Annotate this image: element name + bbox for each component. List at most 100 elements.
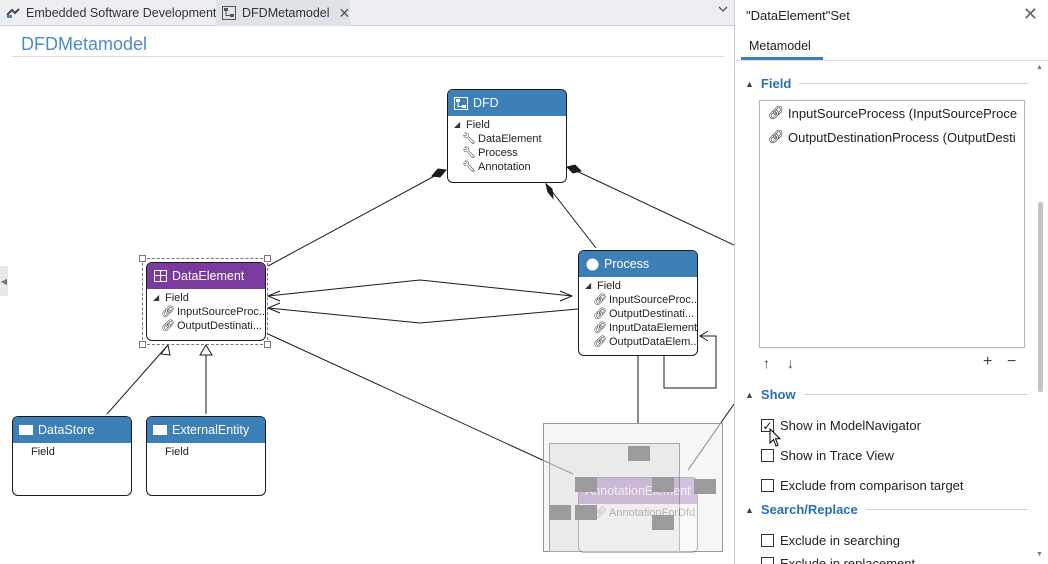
overview-node [652, 515, 674, 530]
section-title: Search/Replace [760, 502, 858, 517]
link-icon: 🔗︎ [593, 294, 607, 306]
node-process[interactable]: Process ◢ Field 🔗︎ InputSourceProc... 🔗︎ Ou… [578, 250, 698, 356]
app-window: Embedded Software Development DFDMetamod… [0, 0, 1048, 564]
list-item[interactable]: 🔗︎ OutputDestinati... [147, 319, 265, 333]
exclude-in-searching-checkbox[interactable]: Exclude in searching [761, 533, 900, 548]
diagram-canvas[interactable]: DFDMetamodel ◀ DFD ◢ Field 🔧︎ DataElemen… [0, 26, 734, 564]
node-datastore[interactable]: DataStore Field [12, 416, 132, 496]
link-icon: 🔗︎ [161, 306, 175, 318]
field-group[interactable]: ◢ Field [448, 118, 566, 132]
overview-node [575, 477, 597, 492]
field-group[interactable]: Field [13, 445, 131, 459]
section-title: Show [760, 387, 796, 402]
diagram-icon [454, 96, 468, 110]
list-item[interactable]: 🔗︎ InputSourceProc... [147, 305, 265, 319]
checkbox[interactable] [761, 479, 774, 492]
link-icon: 🔗︎ [161, 320, 175, 332]
resize-handle[interactable] [264, 341, 271, 348]
checkbox[interactable] [761, 557, 774, 564]
node-dataelement[interactable]: DataElement ◢ Field 🔗︎ InputSourceProc... … [146, 262, 266, 341]
close-icon[interactable]: ✕ [339, 5, 351, 22]
checkbox-label: Show in Trace View [780, 448, 894, 463]
collapse-triangle-icon: ▲ [745, 78, 754, 89]
field-group[interactable]: Field [147, 445, 265, 459]
resize-handle[interactable] [139, 341, 146, 348]
checkbox-label: Exclude from comparison target [780, 478, 964, 493]
mouse-cursor-icon [769, 428, 782, 447]
scroll-thumb[interactable] [1038, 202, 1043, 392]
list-item[interactable]: 🔧︎ Annotation [448, 160, 566, 174]
scroll-up-icon[interactable]: ▲ [1036, 64, 1043, 71]
item-label: OutputDataElem... [608, 336, 697, 348]
move-down-button[interactable]: ↓ [787, 355, 794, 371]
node-externalentity[interactable]: ExternalEntity Field [146, 416, 266, 496]
list-item[interactable]: 🔗︎ InputSourceProc... [579, 293, 697, 307]
group-label: Field [466, 119, 490, 131]
field-group[interactable]: ◢ Field [147, 291, 265, 305]
store-icon [19, 424, 33, 437]
list-item[interactable]: 🔗︎ OutputDestinati... [579, 307, 697, 321]
item-label: Process [478, 147, 518, 159]
overview-node [694, 479, 716, 494]
show-in-trace-view-checkbox[interactable]: Show in Trace View [761, 448, 894, 463]
link-icon: 🔗︎ [593, 336, 607, 348]
field-group[interactable]: ◢ Field [579, 279, 697, 293]
move-up-button[interactable]: ↑ [763, 355, 770, 371]
diagram-icon [222, 6, 236, 20]
node-dfd[interactable]: DFD ◢ Field 🔧︎ DataElement 🔧︎ Process 🔧︎ Ann… [447, 89, 567, 183]
link-icon: 🔗︎ [593, 322, 607, 334]
show-in-modelnavigator-checkbox[interactable]: ✓ Show in ModelNavigator [761, 418, 921, 433]
edge-dataelement-process-upper [267, 279, 573, 297]
list-item[interactable]: 🔗︎ OutputDestinationProcess (OutputDesti [760, 125, 1024, 149]
diagram-overview[interactable]: AnnotationElement 🔗︎ AnnotationForDfd [543, 423, 723, 553]
collapse-triangle-icon: ▲ [745, 504, 754, 515]
edge-process-dfd [546, 184, 597, 249]
resize-handle[interactable] [264, 255, 271, 262]
diamond-marker [431, 168, 447, 178]
wrench-icon: 🔧︎ [462, 161, 476, 173]
scroll-down-icon[interactable]: ▼ [1036, 551, 1043, 558]
add-button[interactable]: + [983, 353, 992, 371]
checkbox-label: Show in ModelNavigator [780, 418, 921, 433]
expand-triangle-icon: ◢ [153, 293, 160, 302]
collapse-triangle-icon: ▲ [745, 389, 754, 400]
field-list[interactable]: 🔗︎ InputSourceProcess (InputSourceProce 🔗… [759, 100, 1025, 348]
list-item[interactable]: 🔗︎ OutputDataElem... [579, 335, 697, 349]
exclude-in-replacement-checkbox[interactable]: Exclude in replacement [761, 556, 915, 564]
list-item[interactable]: 🔗︎ InputSourceProcess (InputSourceProce [760, 101, 1024, 125]
section-show[interactable]: ▲ Show [745, 387, 1028, 402]
checkbox-label: Exclude in searching [780, 533, 900, 548]
tab-dfdmetamodel[interactable]: DFDMetamodel ✕ [216, 0, 350, 26]
chevron-down-icon[interactable] [718, 4, 728, 17]
item-label: DataElement [478, 133, 542, 145]
section-search-replace[interactable]: ▲ Search/Replace [745, 502, 1028, 517]
checkbox[interactable] [761, 534, 774, 547]
list-item[interactable]: 🔗︎ InputDataElement [579, 321, 697, 335]
list-item[interactable]: 🔧︎ Process [448, 146, 566, 160]
overview-node [652, 477, 674, 492]
edge-datastore-dataelement [106, 344, 169, 415]
edge-process-dataelement-lower [267, 307, 579, 324]
panel-title: "DataElement"Set [746, 8, 850, 23]
link-icon: 🔗︎ [593, 308, 607, 320]
tab-embedded-software-development[interactable]: Embedded Software Development [0, 0, 216, 26]
remove-button[interactable]: − [1007, 353, 1016, 371]
exclude-from-comparison-checkbox[interactable]: Exclude from comparison target [761, 478, 964, 493]
list-toolbar: ↑ ↓ + − [761, 353, 1027, 375]
tab-metamodel[interactable]: Metamodel [741, 36, 823, 60]
overview-node [628, 446, 650, 461]
overview-node [549, 505, 571, 520]
close-icon[interactable]: ✕ [1023, 4, 1038, 25]
section-field[interactable]: ▲ Field [745, 76, 1028, 91]
diamond-marker [566, 164, 582, 174]
edge-dataelement-dfd [267, 171, 443, 267]
list-item[interactable]: 🔧︎ DataElement [448, 132, 566, 146]
panel-scrollbar[interactable]: ▲ ▼ [1036, 62, 1045, 558]
checkbox[interactable] [761, 449, 774, 462]
resize-handle[interactable] [139, 255, 146, 262]
group-label: Field [165, 446, 189, 458]
item-label: InputDataElement [608, 322, 697, 334]
item-label: InputSourceProc... [176, 306, 265, 318]
checkbox-label: Exclude in replacement [780, 556, 916, 564]
table-icon [153, 270, 167, 283]
